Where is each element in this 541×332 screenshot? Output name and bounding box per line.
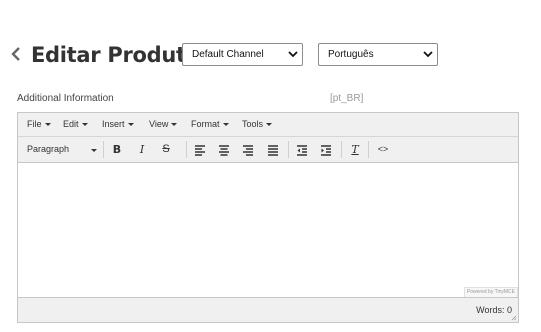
language-select[interactable]: Português bbox=[318, 43, 438, 66]
channel-select-value: Default Channel bbox=[192, 49, 264, 60]
toolbar-divider bbox=[186, 141, 187, 158]
toolbar-divider bbox=[288, 141, 289, 158]
caret-down-icon bbox=[91, 149, 97, 152]
rich-text-editor: File Edit Insert View Format Tools Parag… bbox=[17, 112, 519, 323]
toolbar-divider bbox=[368, 141, 369, 158]
outdent-icon[interactable] bbox=[295, 141, 309, 158]
menu-format[interactable]: Format bbox=[191, 119, 229, 129]
chevron-down-icon bbox=[423, 51, 433, 58]
italic-button[interactable]: I bbox=[135, 141, 149, 158]
chevron-down-icon bbox=[288, 51, 298, 58]
menu-edit[interactable]: Edit bbox=[63, 119, 88, 129]
align-right-icon[interactable] bbox=[241, 141, 255, 158]
page-header: Editar Produto Default Channel Português bbox=[0, 40, 541, 72]
align-left-icon[interactable] bbox=[193, 141, 207, 158]
menu-view[interactable]: View bbox=[149, 119, 178, 129]
block-format-select[interactable]: Paragraph bbox=[27, 141, 97, 158]
editor-content-area[interactable] bbox=[18, 163, 518, 296]
toolbar-divider bbox=[103, 141, 104, 158]
word-count: Words: 0 bbox=[476, 305, 512, 315]
strikethrough-button[interactable]: S bbox=[159, 141, 173, 158]
block-format-value: Paragraph bbox=[27, 144, 70, 154]
channel-select[interactable]: Default Channel bbox=[182, 43, 303, 66]
resize-handle-icon[interactable] bbox=[511, 315, 517, 321]
toolbar-divider bbox=[341, 141, 342, 158]
indent-icon[interactable] bbox=[319, 141, 333, 158]
page-title: Editar Produto bbox=[31, 43, 200, 67]
clear-formatting-button[interactable]: T bbox=[348, 141, 362, 158]
menu-tools[interactable]: Tools bbox=[242, 119, 273, 129]
editor-toolbar: Paragraph B I S T <> bbox=[18, 137, 518, 163]
locale-label: [pt_BR] bbox=[330, 93, 364, 104]
menu-insert[interactable]: Insert bbox=[102, 119, 134, 129]
editor-statusbar: Words: 0 bbox=[18, 297, 518, 322]
back-chevron-icon[interactable] bbox=[9, 44, 25, 64]
bold-button[interactable]: B bbox=[110, 141, 124, 158]
align-justify-icon[interactable] bbox=[266, 141, 280, 158]
field-label: Additional Information bbox=[17, 93, 114, 104]
menu-file[interactable]: File bbox=[27, 119, 51, 129]
language-select-value: Português bbox=[328, 49, 374, 60]
align-center-icon[interactable] bbox=[217, 141, 231, 158]
editor-menubar: File Edit Insert View Format Tools bbox=[18, 113, 518, 137]
source-code-button[interactable]: <> bbox=[375, 141, 391, 158]
